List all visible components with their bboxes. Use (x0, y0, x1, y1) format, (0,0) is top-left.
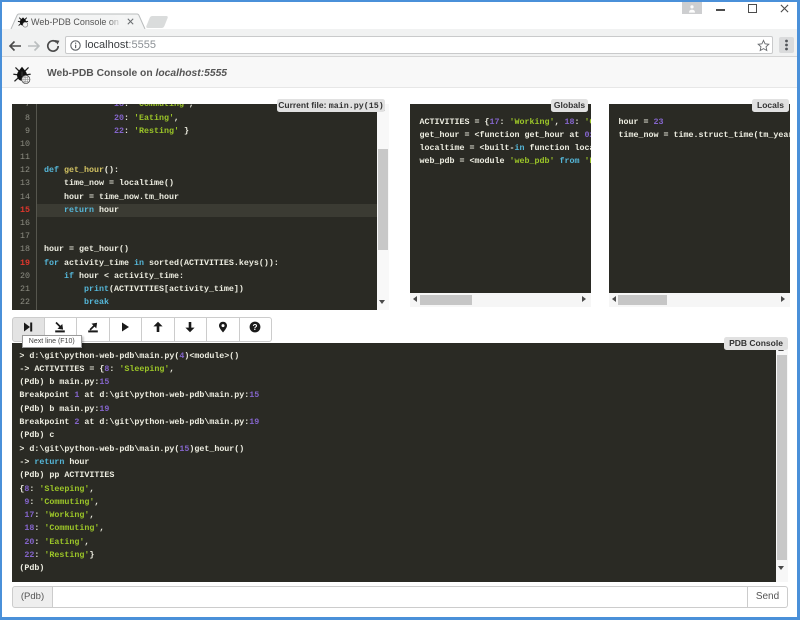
svg-text:?: ? (253, 323, 258, 332)
